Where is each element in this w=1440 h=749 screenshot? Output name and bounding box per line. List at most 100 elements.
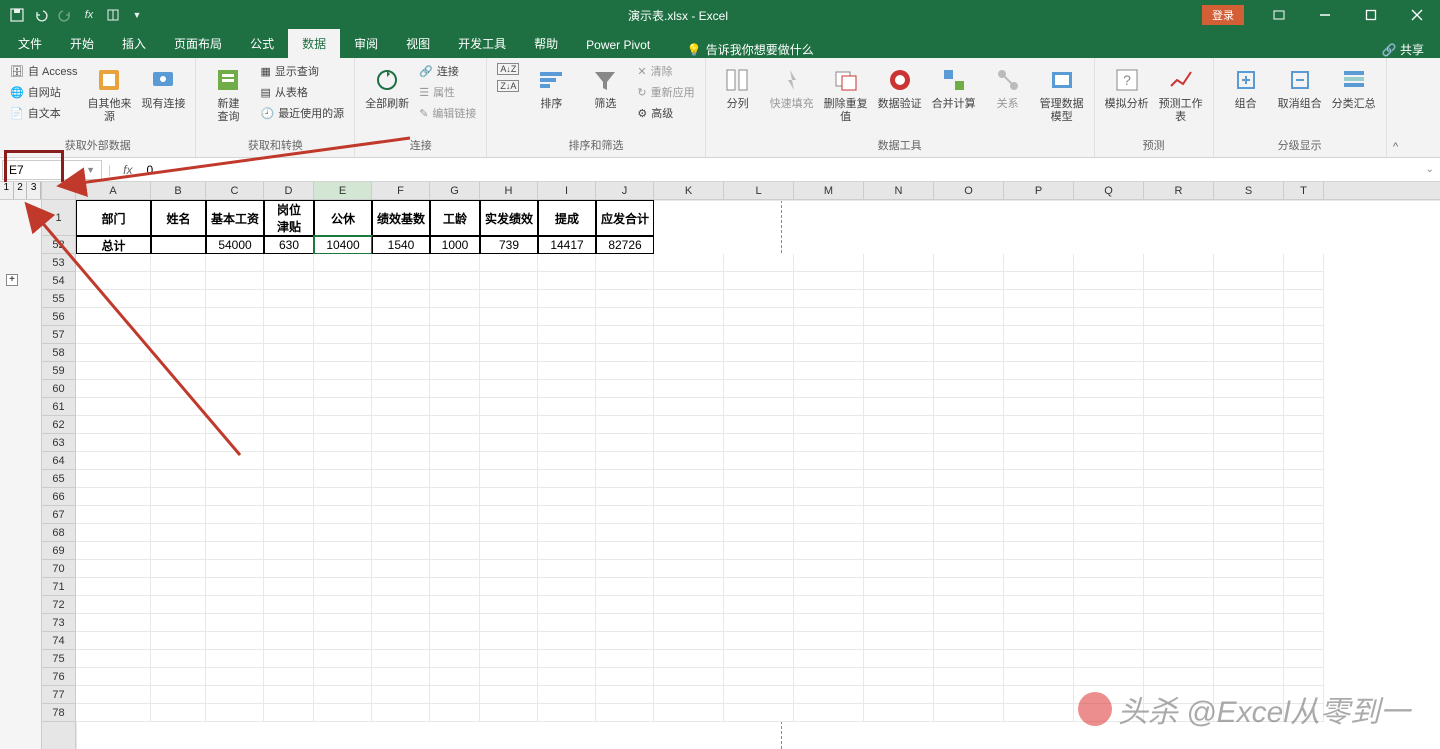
empty-cell[interactable] [934, 308, 1004, 326]
empty-cell[interactable] [538, 686, 596, 704]
touch-mode-icon[interactable] [102, 4, 124, 26]
empty-cell[interactable] [430, 380, 480, 398]
empty-cell[interactable] [724, 344, 794, 362]
empty-cell[interactable] [1004, 380, 1074, 398]
empty-cell[interactable] [654, 524, 724, 542]
empty-cell[interactable] [934, 632, 1004, 650]
group-button[interactable]: 组合 [1222, 62, 1270, 113]
empty-cell[interactable] [794, 596, 864, 614]
header-cell[interactable]: 应发合计 [596, 200, 654, 236]
tab-开发工具[interactable]: 开发工具 [444, 29, 520, 58]
empty-cell[interactable] [372, 506, 430, 524]
empty-cell[interactable] [206, 344, 264, 362]
empty-cell[interactable] [314, 506, 372, 524]
empty-cell[interactable] [654, 704, 724, 722]
empty-cell[interactable] [206, 416, 264, 434]
row-header-70[interactable]: 70 [42, 560, 75, 578]
empty-cell[interactable] [596, 452, 654, 470]
empty-cell[interactable] [1214, 416, 1284, 434]
empty-cell[interactable] [596, 650, 654, 668]
empty-cell[interactable] [151, 272, 206, 290]
empty-cell[interactable] [864, 380, 934, 398]
empty-cell[interactable] [1074, 398, 1144, 416]
reapply-button[interactable]: ↻重新应用 [635, 83, 696, 101]
empty-cell[interactable] [724, 650, 794, 668]
ribbon-display-icon[interactable] [1256, 0, 1302, 30]
empty-cell[interactable] [480, 506, 538, 524]
empty-cell[interactable] [1004, 272, 1074, 290]
empty-cell[interactable] [430, 452, 480, 470]
empty-cell[interactable] [1074, 578, 1144, 596]
empty-cell[interactable] [264, 362, 314, 380]
empty-cell[interactable] [1214, 596, 1284, 614]
empty-cell[interactable] [538, 488, 596, 506]
empty-cell[interactable] [794, 272, 864, 290]
empty-cell[interactable] [76, 290, 151, 308]
empty-cell[interactable] [151, 596, 206, 614]
empty-cell[interactable] [76, 578, 151, 596]
empty-cell[interactable] [794, 632, 864, 650]
empty-cell[interactable] [430, 254, 480, 272]
edit-links-button[interactable]: ✎编辑链接 [417, 104, 478, 122]
tab-插入[interactable]: 插入 [108, 29, 160, 58]
new-query-button[interactable]: 新建 查询 [204, 62, 252, 125]
empty-cell[interactable] [372, 470, 430, 488]
empty-cell[interactable] [76, 362, 151, 380]
empty-cell[interactable] [76, 488, 151, 506]
empty-cell[interactable] [314, 416, 372, 434]
empty-cell[interactable] [934, 650, 1004, 668]
empty-cell[interactable] [724, 326, 794, 344]
empty-cell[interactable] [76, 560, 151, 578]
empty-cell[interactable] [538, 344, 596, 362]
empty-cell[interactable] [724, 632, 794, 650]
header-cell[interactable]: 提成 [538, 200, 596, 236]
row-header-76[interactable]: 76 [42, 668, 75, 686]
empty-cell[interactable] [724, 254, 794, 272]
empty-cell[interactable] [864, 524, 934, 542]
empty-cell[interactable] [1284, 668, 1324, 686]
empty-cell[interactable] [724, 578, 794, 596]
row-header-78[interactable]: 78 [42, 704, 75, 722]
empty-cell[interactable] [430, 398, 480, 416]
empty-cell[interactable] [1144, 596, 1214, 614]
row-header-56[interactable]: 56 [42, 308, 75, 326]
empty-cell[interactable] [934, 272, 1004, 290]
empty-cell[interactable] [430, 326, 480, 344]
empty-cell[interactable] [264, 470, 314, 488]
empty-cell[interactable] [264, 506, 314, 524]
empty-cell[interactable] [596, 488, 654, 506]
empty-cell[interactable] [934, 470, 1004, 488]
header-cell[interactable]: 工龄 [430, 200, 480, 236]
empty-cell[interactable] [538, 506, 596, 524]
outline-level-2[interactable]: 2 [14, 182, 28, 199]
empty-cell[interactable] [1074, 344, 1144, 362]
col-header-B[interactable]: B [151, 182, 206, 199]
row-header-69[interactable]: 69 [42, 542, 75, 560]
empty-cell[interactable] [314, 344, 372, 362]
empty-cell[interactable] [1284, 398, 1324, 416]
empty-cell[interactable] [480, 416, 538, 434]
expand-rows-button[interactable]: + [6, 274, 18, 286]
header-cell[interactable]: 实发绩效 [480, 200, 538, 236]
empty-cell[interactable] [538, 470, 596, 488]
col-header-T[interactable]: T [1284, 182, 1324, 199]
empty-cell[interactable] [724, 560, 794, 578]
empty-cell[interactable] [372, 452, 430, 470]
empty-cell[interactable] [1074, 470, 1144, 488]
empty-cell[interactable] [76, 686, 151, 704]
col-header-R[interactable]: R [1144, 182, 1214, 199]
empty-cell[interactable] [430, 470, 480, 488]
empty-cell[interactable] [596, 668, 654, 686]
empty-cell[interactable] [1144, 434, 1214, 452]
data-model-button[interactable]: 管理数据模型 [1038, 62, 1086, 125]
from-text-button[interactable]: 📄自文本 [8, 104, 79, 122]
empty-cell[interactable] [654, 668, 724, 686]
empty-cell[interactable] [372, 560, 430, 578]
empty-cell[interactable] [1144, 506, 1214, 524]
empty-cell[interactable] [864, 254, 934, 272]
col-header-O[interactable]: O [934, 182, 1004, 199]
empty-cell[interactable] [372, 290, 430, 308]
empty-cell[interactable] [654, 416, 724, 434]
empty-cell[interactable] [1074, 614, 1144, 632]
empty-cell[interactable] [1214, 398, 1284, 416]
